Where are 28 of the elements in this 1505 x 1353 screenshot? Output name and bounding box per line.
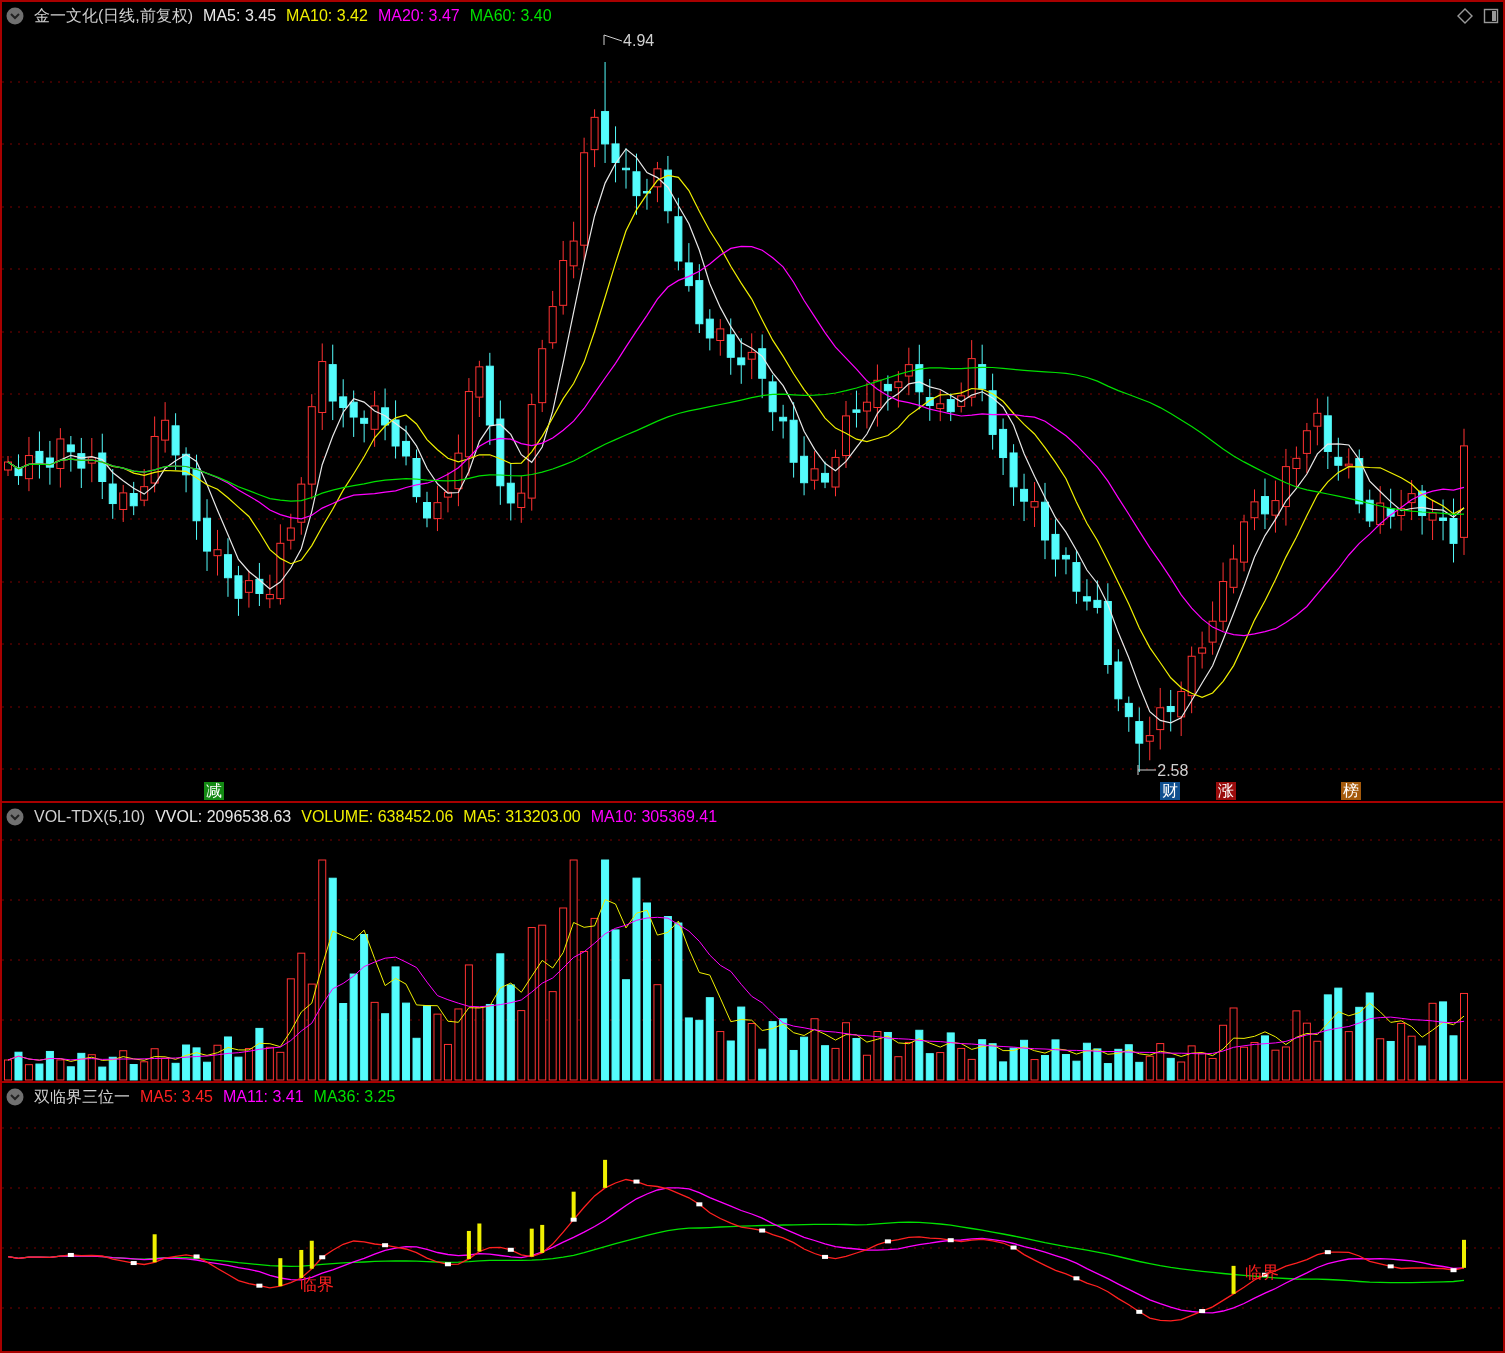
indicator-title: 金一文化(日线,前复权) xyxy=(34,5,194,26)
price-low-label: 2.58 xyxy=(1157,762,1189,779)
legend-value: MA5: 3.45 xyxy=(140,1088,213,1106)
legend-value: VVOL: 2096538.63 xyxy=(155,808,292,826)
arrow-icon xyxy=(1137,764,1158,776)
indicator-title: VOL-TDX(5,10) xyxy=(34,808,146,826)
event-badge[interactable]: 涨 xyxy=(1216,782,1236,800)
dropdown-icon[interactable] xyxy=(6,1088,24,1106)
legend-value: MA60: 3.40 xyxy=(469,7,552,25)
arrow-icon xyxy=(603,34,624,46)
event-badge[interactable]: 榜 xyxy=(1341,782,1361,800)
dropdown-icon[interactable] xyxy=(6,808,24,826)
legend-value: VOLUME: 638452.06 xyxy=(301,808,454,826)
legend-value: MA36: 3.25 xyxy=(313,1088,396,1106)
diamond-icon[interactable] xyxy=(1457,8,1473,24)
event-badge[interactable]: 财 xyxy=(1160,782,1180,800)
legend-value: MA5: 313203.00 xyxy=(463,808,581,826)
legend-value: MA10: 305369.41 xyxy=(590,808,718,826)
signal-label: 临界 xyxy=(300,1274,334,1296)
window-icon[interactable] xyxy=(1483,8,1499,24)
legend-value: MA10: 3.42 xyxy=(286,7,368,25)
indicator-title: 双临界三位一 xyxy=(34,1086,130,1107)
dropdown-icon[interactable] xyxy=(6,7,24,25)
legend-value: MA11: 3.41 xyxy=(222,1088,304,1106)
legend-value: MA20: 3.47 xyxy=(377,7,460,25)
price-high-label: 4.94 xyxy=(623,32,655,49)
event-badge[interactable]: 减 xyxy=(204,782,224,800)
legend-value: MA5: 3.45 xyxy=(203,7,277,25)
